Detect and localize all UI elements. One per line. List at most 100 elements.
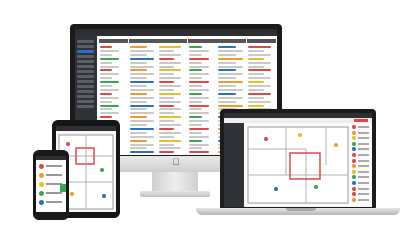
- list-item[interactable]: [358, 170, 369, 173]
- card-item[interactable]: [159, 49, 174, 52]
- card-item[interactable]: [188, 120, 209, 123]
- card-item[interactable]: [129, 92, 147, 95]
- card-item[interactable]: [218, 96, 243, 99]
- card-item[interactable]: [159, 92, 181, 95]
- card-item[interactable]: [129, 112, 154, 115]
- card-item[interactable]: [247, 81, 264, 84]
- card-item[interactable]: [129, 104, 154, 107]
- card-item[interactable]: [188, 147, 202, 150]
- card-item[interactable]: [100, 96, 119, 99]
- card-item[interactable]: [159, 73, 174, 76]
- sidebar-item[interactable]: [77, 70, 94, 73]
- card-item[interactable]: [159, 131, 181, 134]
- list-item[interactable]: [358, 187, 369, 190]
- card-item[interactable]: [100, 100, 112, 103]
- card-item[interactable]: [129, 69, 147, 72]
- card-item[interactable]: [159, 65, 174, 68]
- card-item[interactable]: [188, 88, 209, 91]
- card-item[interactable]: [218, 81, 243, 84]
- list-item[interactable]: [358, 198, 369, 201]
- card-item[interactable]: [159, 85, 181, 87]
- card-item[interactable]: [129, 108, 147, 111]
- card-item[interactable]: [159, 147, 181, 150]
- card-item[interactable]: [100, 65, 119, 68]
- sidebar-item-active[interactable]: [77, 50, 94, 53]
- sidebar-item[interactable]: [77, 85, 94, 88]
- card-item[interactable]: [159, 116, 181, 119]
- card-item[interactable]: [188, 108, 202, 111]
- card-item[interactable]: [218, 46, 236, 48]
- list-item[interactable]: [46, 165, 62, 167]
- card-item[interactable]: [129, 143, 154, 146]
- card-item[interactable]: [100, 104, 119, 107]
- card-item[interactable]: [159, 77, 181, 80]
- list-item[interactable]: [358, 142, 369, 145]
- card-item[interactable]: [129, 73, 154, 76]
- card-item[interactable]: [129, 135, 154, 138]
- card-item[interactable]: [218, 85, 236, 87]
- card-item[interactable]: [159, 61, 181, 64]
- sidebar-item[interactable]: [77, 105, 94, 108]
- card-item[interactable]: [188, 57, 209, 60]
- list-item[interactable]: [358, 165, 369, 168]
- card-item[interactable]: [129, 120, 154, 123]
- sidebar-item[interactable]: [77, 90, 94, 93]
- card-item[interactable]: [159, 108, 181, 111]
- card-item[interactable]: [100, 108, 112, 111]
- list-item[interactable]: [358, 137, 369, 140]
- list-item[interactable]: [358, 154, 369, 156]
- card-item[interactable]: [218, 49, 243, 52]
- card-item[interactable]: [100, 116, 112, 119]
- card-item[interactable]: [188, 131, 202, 134]
- card-item[interactable]: [188, 124, 202, 126]
- card-item[interactable]: [188, 81, 209, 84]
- card-item[interactable]: [218, 77, 236, 80]
- card-item[interactable]: [247, 100, 271, 103]
- list-item[interactable]: [46, 174, 62, 176]
- card-item[interactable]: [247, 69, 271, 72]
- sidebar-item[interactable]: [77, 40, 94, 43]
- list-item[interactable]: [358, 159, 369, 162]
- card-item[interactable]: [159, 104, 174, 107]
- sidebar-item[interactable]: [77, 100, 94, 103]
- list-item[interactable]: [358, 176, 369, 179]
- card-item[interactable]: [188, 65, 209, 68]
- card-item[interactable]: [100, 92, 112, 95]
- sidebar-item[interactable]: [77, 60, 94, 63]
- sidebar-item[interactable]: [77, 95, 94, 98]
- card-item[interactable]: [218, 65, 243, 68]
- card-item[interactable]: [159, 120, 174, 123]
- card-item[interactable]: [188, 104, 209, 107]
- card-item[interactable]: [188, 135, 209, 138]
- sidebar-item[interactable]: [77, 80, 94, 83]
- card-item[interactable]: [159, 135, 174, 138]
- card-item[interactable]: [247, 49, 264, 52]
- card-item[interactable]: [159, 53, 181, 56]
- card-item[interactable]: [188, 127, 209, 130]
- card-item[interactable]: [129, 77, 147, 80]
- card-item[interactable]: [247, 92, 271, 95]
- card-item[interactable]: [188, 49, 209, 52]
- card-item[interactable]: [218, 88, 243, 91]
- card-item[interactable]: [247, 85, 271, 87]
- card-item[interactable]: [100, 73, 119, 76]
- action-button[interactable]: [60, 184, 66, 192]
- card-item[interactable]: [188, 151, 209, 154]
- card-item[interactable]: [100, 49, 119, 52]
- card-item[interactable]: [218, 53, 236, 56]
- card-item[interactable]: [188, 77, 202, 80]
- card-item[interactable]: [188, 85, 202, 87]
- card-item[interactable]: [188, 96, 209, 99]
- card-item[interactable]: [159, 112, 174, 115]
- card-item[interactable]: [100, 69, 112, 72]
- list-item[interactable]: [46, 201, 62, 203]
- card-item[interactable]: [129, 100, 147, 103]
- list-item[interactable]: [358, 148, 369, 151]
- card-item[interactable]: [247, 65, 264, 68]
- card-item[interactable]: [129, 124, 147, 126]
- sidebar-item[interactable]: [77, 45, 94, 48]
- card-item[interactable]: [218, 69, 236, 72]
- card-item[interactable]: [247, 73, 264, 76]
- card-item[interactable]: [100, 81, 119, 84]
- card-item[interactable]: [218, 100, 236, 103]
